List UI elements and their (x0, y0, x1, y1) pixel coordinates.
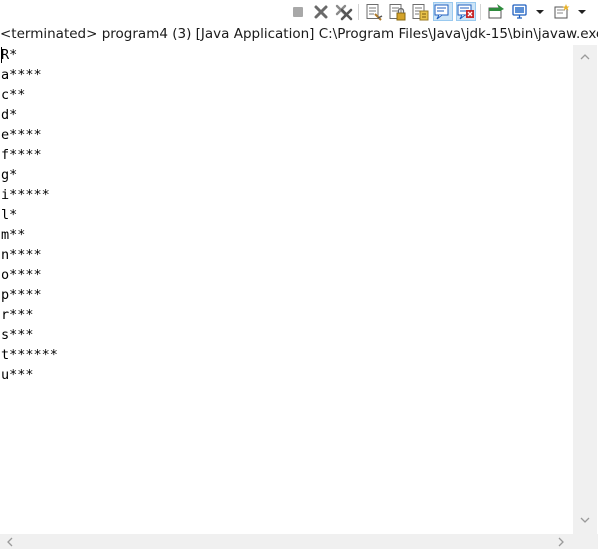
stop-square-icon (293, 7, 303, 17)
console-line: p**** (1, 287, 42, 303)
chevron-right-icon (558, 537, 564, 547)
console-output-lines: R* a**** c** d* e**** f**** g* i***** l* m** n****… (1, 45, 58, 385)
scroll-right-button[interactable] (556, 537, 566, 547)
show-stderr-icon (457, 4, 474, 20)
console-line: r*** (1, 307, 34, 323)
remove-x-icon (314, 5, 328, 19)
console-line: s*** (1, 327, 34, 343)
console-line: d* (1, 107, 18, 123)
pin-console-button[interactable] (487, 3, 505, 21)
console-toolbar (0, 0, 598, 24)
scroll-lock-icon (389, 4, 406, 21)
console-line: f**** (1, 147, 42, 163)
display-selected-console-button[interactable] (511, 3, 547, 21)
console-line: a**** (1, 67, 42, 83)
console-line: m** (1, 227, 26, 243)
console-line: e**** (1, 127, 42, 143)
toolbar-separator (480, 4, 481, 20)
console-line: c** (1, 87, 26, 103)
open-console-button[interactable] (553, 3, 589, 21)
monitor-icon (512, 4, 527, 19)
console-output-area[interactable]: R* a**** c** d* e**** f**** g* i***** l* m** n****… (0, 45, 573, 534)
remove-launch-button[interactable] (312, 3, 330, 21)
show-stdout-icon (434, 4, 449, 20)
console-line: i***** (1, 187, 50, 203)
chevron-down-icon (578, 10, 586, 14)
scroll-up-button[interactable] (580, 52, 590, 62)
pin-console-icon (488, 4, 504, 19)
process-status-label: <terminated> program4 (3) [Java Applicat… (0, 26, 598, 42)
chevron-up-icon (580, 54, 590, 60)
word-wrap-button[interactable] (411, 3, 429, 21)
console-line: u*** (1, 367, 34, 383)
text-caret (1, 47, 2, 63)
chevron-down-icon (536, 10, 544, 14)
scrollbar-corner (573, 534, 598, 549)
chevron-left-icon (7, 537, 13, 547)
console-line: n**** (1, 247, 42, 263)
scroll-left-button[interactable] (5, 537, 15, 547)
terminate-button[interactable] (289, 3, 307, 21)
chevron-down-icon (580, 517, 590, 523)
console-line: t****** (1, 347, 58, 363)
console-line: g* (1, 167, 18, 183)
word-wrap-icon (412, 4, 429, 21)
horizontal-scrollbar[interactable] (0, 534, 573, 549)
scroll-lock-button[interactable] (388, 3, 406, 21)
toolbar-separator (358, 4, 359, 20)
console-line: R* (1, 47, 18, 63)
vertical-scrollbar[interactable] (573, 45, 597, 534)
remove-all-terminated-button[interactable] (335, 3, 353, 21)
clear-console-button[interactable] (365, 3, 383, 21)
new-console-icon (554, 4, 570, 19)
show-console-on-stderr-button[interactable] (456, 2, 476, 21)
clear-console-icon (366, 4, 383, 21)
scroll-down-button[interactable] (580, 515, 590, 525)
show-console-on-stdout-button[interactable] (433, 2, 453, 21)
console-view: <terminated> program4 (3) [Java Applicat… (0, 0, 598, 549)
console-line: l* (1, 207, 18, 223)
console-line: o**** (1, 267, 42, 283)
remove-all-x-icon (335, 4, 353, 21)
